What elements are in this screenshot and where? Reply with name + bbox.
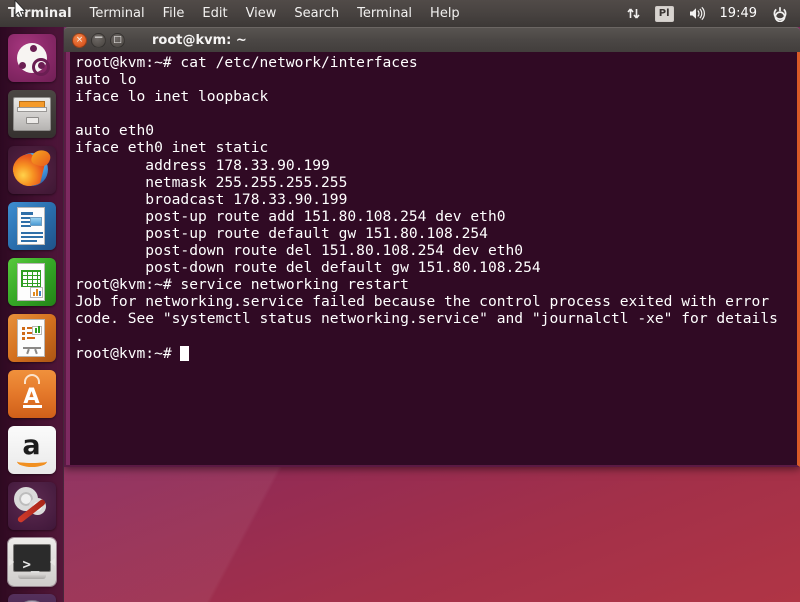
launcher-item-terminal[interactable]: >_ bbox=[7, 538, 56, 586]
terminal-line: netmask 255.255.255.255 bbox=[75, 173, 348, 191]
terminal-output: root@kvm:~# cat /etc/network/interfaces a… bbox=[75, 54, 793, 362]
terminal-line: root@kvm:~# bbox=[75, 345, 793, 362]
mouse-cursor bbox=[14, 0, 27, 24]
network-transfer-icon[interactable] bbox=[620, 0, 647, 27]
gear-session-icon[interactable] bbox=[766, 0, 794, 27]
terminal-line: auto lo bbox=[75, 71, 137, 89]
terminal-line: post-down route del 151.80.108.254 dev e… bbox=[75, 242, 524, 260]
writer-document-icon bbox=[16, 207, 45, 245]
launcher-item-libreoffice-calc[interactable] bbox=[7, 258, 56, 306]
menu-item-view[interactable]: View bbox=[237, 0, 286, 27]
launcher-running-pip-left bbox=[8, 558, 14, 566]
terminal-scrollbar-thumb[interactable] bbox=[66, 52, 70, 465]
menu-item-terminal[interactable]: Terminal bbox=[81, 0, 154, 27]
top-panel: Terminal Terminal File Edit View Search … bbox=[0, 0, 800, 27]
window-title: root@kvm: ~ bbox=[152, 32, 247, 48]
clock[interactable]: 19:49 bbox=[713, 6, 764, 21]
terminal-line: post-up route default gw 151.80.108.254 bbox=[75, 224, 488, 242]
terminal-titlebar[interactable]: × − □ root@kvm: ~ bbox=[64, 27, 800, 52]
launcher-item-system-settings[interactable] bbox=[7, 482, 56, 530]
terminal-line: post-up route add 151.80.108.254 dev eth… bbox=[75, 207, 506, 225]
menu-item-file[interactable]: File bbox=[154, 0, 194, 27]
terminal-line: address 178.33.90.199 bbox=[75, 156, 330, 174]
launcher-item-ubuntu-software[interactable]: A bbox=[7, 370, 56, 418]
launcher-focus-pip-right bbox=[49, 558, 55, 566]
amazon-smile-icon bbox=[16, 456, 47, 467]
terminal-prompt-glyph: >_ bbox=[22, 557, 40, 573]
keyboard-layout-indicator[interactable]: Pl bbox=[649, 0, 680, 27]
system-tray: Pl 19:49 bbox=[620, 0, 800, 27]
terminal-line: broadcast 178.33.90.199 bbox=[75, 190, 348, 208]
panel-app-name[interactable]: Terminal bbox=[0, 6, 81, 21]
launcher-item-files[interactable] bbox=[7, 90, 56, 138]
terminal-line: iface eth0 inet static bbox=[75, 139, 269, 157]
terminal-line: root@kvm:~# service networking restart bbox=[75, 276, 409, 294]
terminal-window: × − □ root@kvm: ~ root@kvm:~# cat /etc/n… bbox=[64, 27, 800, 467]
terminal-line: auto eth0 bbox=[75, 122, 155, 140]
launcher-item-amazon[interactable]: a bbox=[7, 426, 56, 474]
menu-bar: Terminal File Edit View Search Terminal … bbox=[81, 0, 469, 27]
terminal-line: . bbox=[75, 327, 84, 345]
terminal-scrollbar[interactable] bbox=[66, 52, 70, 465]
ubuntu-logo-icon bbox=[16, 43, 50, 76]
terminal-line: code. See "systemctl status networking.s… bbox=[75, 310, 778, 328]
menu-item-help[interactable]: Help bbox=[421, 0, 469, 27]
terminal-body[interactable]: root@kvm:~# cat /etc/network/interfaces a… bbox=[64, 52, 800, 467]
launcher-item-firefox[interactable] bbox=[7, 146, 56, 194]
file-cabinet-icon bbox=[12, 97, 51, 131]
launcher-item-libreoffice-impress[interactable] bbox=[7, 314, 56, 362]
keyboard-layout-label: Pl bbox=[654, 5, 674, 22]
launcher-item-ubuntu-dash[interactable] bbox=[7, 34, 56, 82]
terminal-line: root@kvm:~# cat /etc/network/interfaces bbox=[75, 54, 418, 71]
impress-presentation-icon bbox=[16, 319, 45, 357]
terminal-line: post-down route del default gw 151.80.10… bbox=[75, 259, 541, 277]
terminal-line: iface lo inet loopback bbox=[75, 88, 269, 106]
menu-item-terminal2[interactable]: Terminal bbox=[348, 0, 421, 27]
terminal-icon: >_ bbox=[12, 544, 51, 573]
launcher-item-cd-drive[interactable] bbox=[7, 594, 56, 602]
volume-icon[interactable] bbox=[682, 0, 711, 27]
launcher-item-libreoffice-writer[interactable] bbox=[7, 202, 56, 250]
calc-spreadsheet-icon bbox=[16, 263, 45, 301]
menu-item-edit[interactable]: Edit bbox=[193, 0, 236, 27]
unity-launcher: A a >_ bbox=[0, 27, 64, 602]
software-bag-icon bbox=[23, 374, 40, 384]
menu-item-search[interactable]: Search bbox=[285, 0, 348, 27]
terminal-cursor bbox=[180, 345, 190, 361]
terminal-line: Job for networking.service failed becaus… bbox=[75, 293, 770, 311]
